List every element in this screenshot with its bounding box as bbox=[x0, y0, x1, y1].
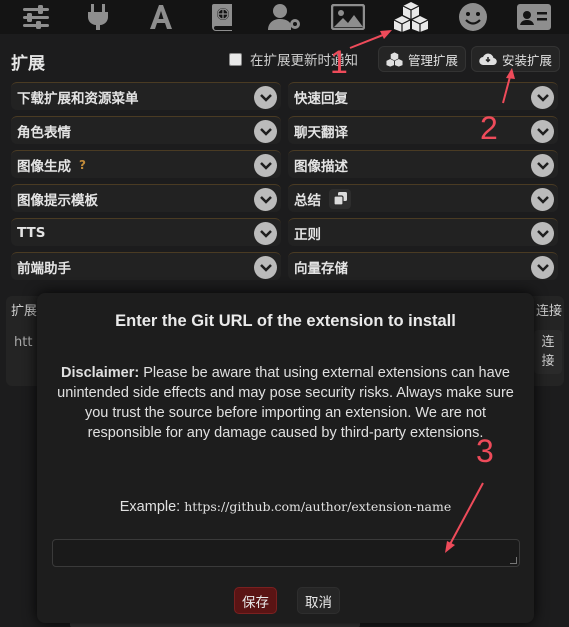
disclaimer-bold: Disclaimer: bbox=[61, 365, 140, 381]
drawer-label: 向量存储 bbox=[294, 260, 348, 277]
book-globe-icon[interactable] bbox=[206, 2, 240, 32]
manage-extensions-label: 管理扩展 bbox=[408, 52, 459, 68]
chevron-down-icon[interactable] bbox=[254, 222, 277, 245]
drawer-label: 角色表情 bbox=[17, 124, 71, 141]
top-toolbar bbox=[0, 0, 569, 34]
background-input-partial: htt bbox=[14, 335, 33, 350]
drawer-label: 下载扩展和资源菜单 bbox=[17, 90, 139, 107]
chevron-down-icon[interactable] bbox=[531, 256, 554, 279]
chevron-down-icon[interactable] bbox=[531, 120, 554, 143]
drawer-chat-translation[interactable]: 聊天翻译 bbox=[288, 116, 558, 144]
chevron-down-icon[interactable] bbox=[254, 86, 277, 109]
chevron-down-icon[interactable] bbox=[531, 188, 554, 211]
drawer-label: 图像描述 bbox=[294, 158, 348, 175]
drawer-label: 总结 bbox=[294, 192, 321, 209]
example-url: https://github.com/author/extension-name bbox=[184, 499, 452, 514]
chevron-down-icon[interactable] bbox=[254, 154, 277, 177]
drawer-tts[interactable]: TTS bbox=[11, 218, 281, 246]
sliders-icon[interactable] bbox=[19, 2, 53, 32]
drawer-label: 快速回复 bbox=[294, 90, 348, 107]
annotation-1: 1 bbox=[330, 44, 348, 80]
cubes-icon bbox=[386, 51, 403, 67]
drawer-character-expressions[interactable]: 角色表情 bbox=[11, 116, 281, 144]
manage-extensions-button[interactable]: 管理扩展 bbox=[378, 46, 467, 72]
notify-checkbox[interactable] bbox=[229, 52, 242, 66]
disclaimer-text: Disclaimer: Please be aware that using e… bbox=[57, 363, 514, 443]
smile-icon[interactable] bbox=[456, 2, 490, 32]
background-label: 扩展 bbox=[11, 304, 38, 319]
chevron-down-icon[interactable] bbox=[531, 222, 554, 245]
annotation-3: 3 bbox=[476, 433, 494, 469]
drawer-image-generation[interactable]: 图像生成 ? bbox=[11, 150, 281, 178]
save-button[interactable]: 保存 bbox=[234, 587, 277, 614]
help-mark[interactable]: ? bbox=[79, 158, 86, 172]
git-url-input[interactable] bbox=[52, 539, 520, 567]
font-icon[interactable] bbox=[144, 2, 178, 32]
drawer-download-extensions[interactable]: 下载扩展和资源菜单 bbox=[11, 82, 281, 110]
drawer-regex[interactable]: 正则 bbox=[288, 218, 558, 246]
install-extension-dialog: Enter the Git URL of the extension to in… bbox=[37, 293, 534, 623]
connect-line-1: 连 bbox=[541, 335, 555, 350]
plug-icon[interactable] bbox=[81, 2, 115, 32]
drawer-label: TTS bbox=[17, 224, 46, 241]
dialog-title: Enter the Git URL of the extension to in… bbox=[115, 312, 456, 330]
install-extension-label: 安装扩展 bbox=[502, 52, 553, 68]
drawer-label: 聊天翻译 bbox=[294, 124, 348, 141]
background-connect-button[interactable]: 连 接 bbox=[534, 330, 562, 374]
drawer-label: 图像生成 bbox=[17, 158, 71, 175]
extensions-title: 扩展 bbox=[11, 54, 45, 74]
annotation-2: 2 bbox=[480, 110, 498, 146]
chevron-down-icon[interactable] bbox=[531, 86, 554, 109]
resize-grip-icon[interactable] bbox=[510, 557, 517, 564]
example-label: Example: bbox=[119, 499, 181, 515]
cancel-button[interactable]: 取消 bbox=[297, 587, 340, 614]
example-line: Example: https://github.com/author/exten… bbox=[37, 499, 534, 515]
drawer-image-captioning[interactable]: 图像描述 bbox=[288, 150, 558, 178]
copy-icon[interactable] bbox=[329, 188, 351, 209]
drawer-label: 正则 bbox=[294, 226, 321, 243]
chevron-down-icon[interactable] bbox=[254, 188, 277, 211]
drawer-label: 前端助手 bbox=[17, 260, 71, 277]
chevron-down-icon[interactable] bbox=[531, 154, 554, 177]
drawer-image-prompt-templates[interactable]: 图像提示模板 bbox=[11, 184, 281, 212]
chevron-down-icon[interactable] bbox=[254, 120, 277, 143]
drawer-quick-reply[interactable]: 快速回复 bbox=[288, 82, 558, 110]
drawer-summarize[interactable]: 总结 bbox=[288, 184, 558, 212]
id-card-icon[interactable] bbox=[517, 2, 551, 32]
background-connect-label: 连接 bbox=[536, 304, 563, 319]
install-extension-button[interactable]: 安装扩展 bbox=[471, 46, 561, 72]
chevron-down-icon[interactable] bbox=[254, 256, 277, 279]
user-gear-icon[interactable] bbox=[268, 2, 302, 32]
cubes-icon[interactable] bbox=[392, 2, 430, 32]
cloud-download-icon bbox=[479, 52, 497, 66]
drawer-frontend-helper[interactable]: 前端助手 bbox=[11, 252, 281, 280]
image-icon[interactable] bbox=[331, 2, 365, 32]
connect-line-2: 接 bbox=[541, 354, 555, 369]
drawer-vector-storage[interactable]: 向量存储 bbox=[288, 252, 558, 280]
drawer-label: 图像提示模板 bbox=[17, 192, 98, 209]
